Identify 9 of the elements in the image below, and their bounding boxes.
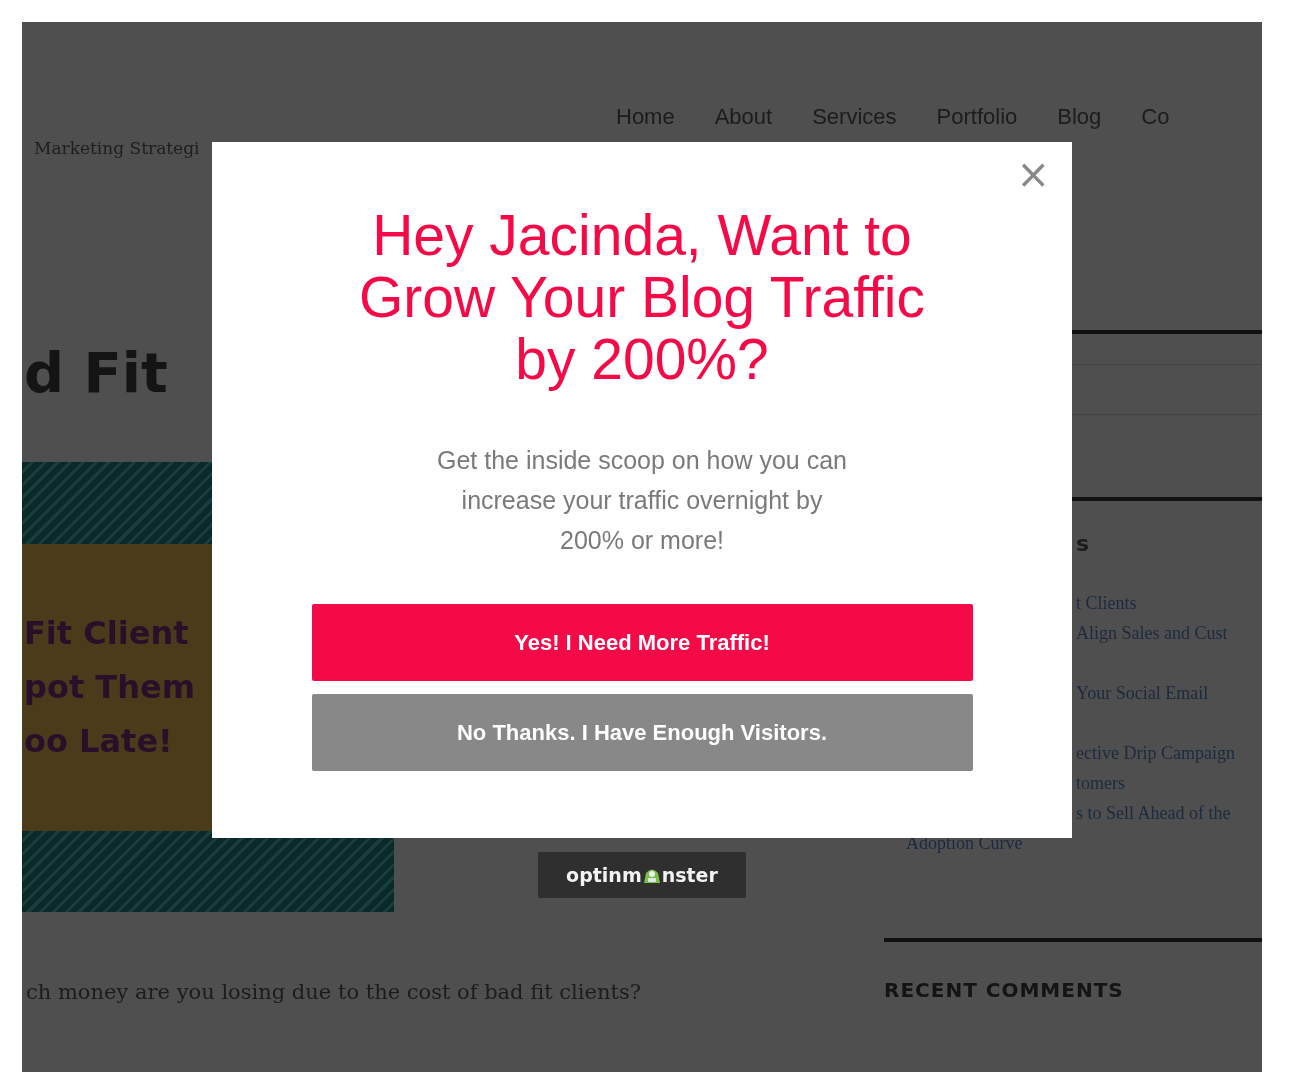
- popup-headline: Hey Jacinda, Want to Grow Your Blog Traffic by 200%?: [358, 204, 926, 390]
- sidebar-heading: RECENT COMMENTS: [884, 978, 1124, 1002]
- decline-button[interactable]: No Thanks. I Have Enough Visitors.: [311, 694, 973, 771]
- brand-text: nster: [661, 864, 718, 886]
- brand-text: optinm: [566, 864, 642, 886]
- post-title: d Fit: [24, 345, 168, 401]
- accept-button[interactable]: Yes! I Need More Traffic!: [311, 604, 973, 681]
- popup-subtext: Get the inside scoop on how you can increase your traffic overnight by 200% or more!: [437, 445, 847, 556]
- close-button[interactable]: ×: [1012, 154, 1054, 194]
